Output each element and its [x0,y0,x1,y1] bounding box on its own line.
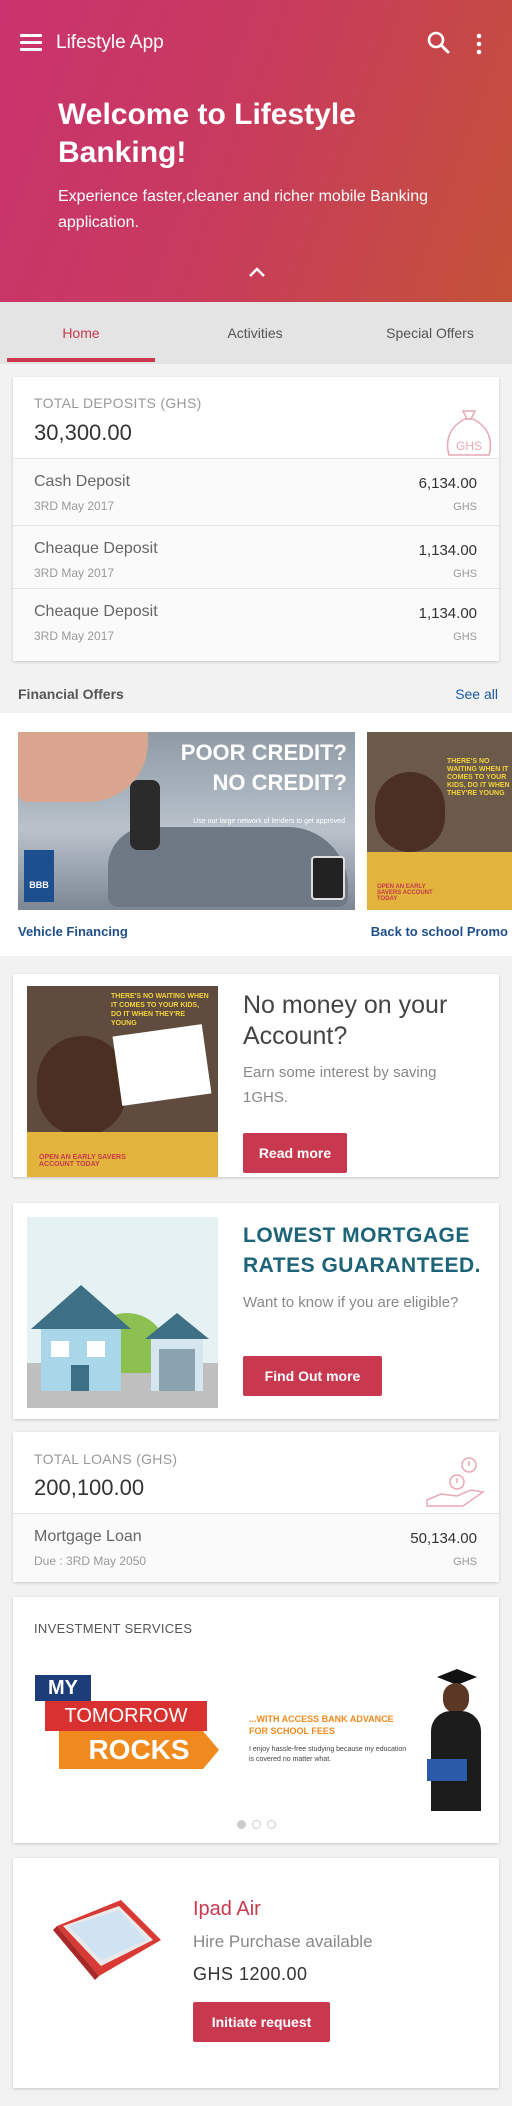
tab-indicator [7,358,155,362]
deposits-caption: TOTAL DEPOSITS (GHS) [34,395,202,411]
loan-currency: GHS [453,1556,477,1568]
financial-offers-title: Financial Offers [18,686,124,702]
banner-headline: ...WITH ACCESS BANK ADVANCE FOR SCHOOL F… [249,1714,394,1736]
deposit-row[interactable]: Cash Deposit 3RD May 2017 6,134.00 GHS [13,458,499,525]
banner-tomorrow: TOMORROW [45,1701,207,1731]
welcome-title: Welcome to Lifestyle Banking! [58,98,356,169]
ipad-image [53,1900,161,1980]
hand-shape [18,732,148,802]
more-options-icon[interactable] [472,32,486,56]
bbb-badge: BBB [24,850,54,902]
find-out-more-button[interactable]: Find Out more [243,1356,382,1396]
banner-my: MY [35,1675,91,1701]
loans-total: 200,100.00 [34,1475,145,1500]
savings-footer-text: OPEN AN EARLY SAVERS ACCOUNT TODAY [39,1154,126,1168]
loans-card: TOTAL LOANS (GHS) 200,100.00 Mortgage Lo… [13,1432,499,1582]
deposits-total: 30,300.00 [34,420,132,445]
menu-icon[interactable] [20,34,42,52]
deposit-name: Cheaque Deposit [34,603,158,620]
books-shape [427,1759,467,1781]
mortgage-promo-card: LOWEST MORTGAGE RATES GUARANTEED. Want t… [13,1203,499,1419]
loan-hand-icon [426,1457,485,1507]
hero-header: Lifestyle App Welcome to Lifestyle Banki… [0,0,512,302]
savings-banner-text: THERE'S NO WAITING WHEN IT COMES TO YOUR… [111,993,209,1027]
deposit-name: Cheaque Deposit [34,540,158,557]
mortgage-promo-title: LOWEST MORTGAGE RATES GUARANTEED. [243,1224,481,1277]
loan-amount: 50,134.00 [410,1530,477,1547]
product-title: Ipad Air [193,1898,261,1920]
savings-promo-title: No money on your Account? [243,991,448,1050]
tab-activities[interactable]: Activities [170,302,340,364]
deposit-currency: GHS [453,631,477,643]
house-illustration [27,1217,218,1408]
deposit-date: 3RD May 2017 [34,499,115,513]
read-more-button[interactable]: Read more [243,1133,347,1173]
tab-home[interactable]: Home [0,302,162,364]
child-shape [375,772,445,852]
search-icon[interactable] [426,30,452,56]
investment-title: INVESTMENT SERVICES [34,1621,193,1636]
loan-name: Mortgage Loan [34,1528,142,1545]
school-banner-text: THERE'S NO WAITING WHEN IT COMES TO YOUR… [447,758,510,797]
tab-special-offers[interactable]: Special Offers [348,302,512,364]
deposit-name: Cash Deposit [34,473,131,490]
see-all-link[interactable]: See all [455,686,498,702]
vehicle-financing-image[interactable]: POOR CREDIT? NO CREDIT? Use our large ne… [18,732,355,910]
investment-card: INVESTMENT SERVICES MY TOMORROW ROCKS ..… [13,1597,499,1843]
mortgage-promo-text: Want to know if you are eligible? [243,1294,459,1311]
carousel-dot[interactable] [236,1820,246,1829]
product-price: GHS 1200.00 [193,1964,308,1984]
savings-promo-text: Earn some interest by saving 1GHS. [243,1064,437,1106]
money-bag-icon: GHS [446,410,492,456]
deposit-amount: 1,134.00 [418,605,477,622]
carousel-dot[interactable] [251,1820,261,1829]
investment-banner[interactable]: MY TOMORROW ROCKS ...WITH ACCESS BANK AD… [33,1669,481,1811]
banner-body: I enjoy hassle-free studying because my … [249,1746,407,1763]
school-footer-text: OPEN AN EARLY SAVERS ACCOUNT TODAY [377,884,433,902]
loan-due-date: Due : 3RD May 2050 [34,1554,147,1568]
graduate-image [427,1669,483,1811]
deposit-date: 3RD May 2017 [34,566,115,580]
banner-rocks: ROCKS [59,1731,219,1769]
hire-purchase-card: Ipad Air Hire Purchase available GHS 120… [13,1858,499,2088]
house-icon [31,1285,209,1391]
tab-bar: Home Activities Special Offers [0,302,512,364]
car-key-icon [130,780,160,850]
loans-caption: TOTAL LOANS (GHS) [34,1451,178,1467]
deposit-row[interactable]: Cheaque Deposit 3RD May 2017 1,134.00 GH… [13,588,499,661]
child-shape [37,1036,127,1136]
deposit-amount: 1,134.00 [418,542,477,559]
back-to-school-link[interactable]: Back to school Promo [364,924,512,939]
carousel-dot[interactable] [266,1820,276,1829]
school-promo-image[interactable]: THERE'S NO WAITING WHEN IT COMES TO YOUR… [367,732,512,910]
chevron-up-icon[interactable] [246,264,268,280]
svg-text:GHS: GHS [456,439,482,453]
savings-promo-card: THERE'S NO WAITING WHEN IT COMES TO YOUR… [13,974,499,1177]
deposit-currency: GHS [453,501,477,513]
loan-row[interactable]: Mortgage Loan Due : 3RD May 2050 50,134.… [13,1513,499,1582]
initiate-request-button[interactable]: Initiate request [193,2002,330,2042]
app-title: Lifestyle App [56,32,164,53]
secured-seal-icon [311,856,345,900]
deposit-row[interactable]: Cheaque Deposit 3RD May 2017 1,134.00 GH… [13,525,499,588]
deposit-currency: GHS [453,568,477,580]
face-shape [443,1683,469,1713]
vehicle-financing-link[interactable]: Vehicle Financing [18,924,128,939]
welcome-subtitle: Experience faster,cleaner and richer mob… [58,188,428,231]
offer-tagline: Use our large network of lenders to get … [193,818,345,825]
savings-promo-image: THERE'S NO WAITING WHEN IT COMES TO YOUR… [27,986,218,1177]
offers-carousel: POOR CREDIT? NO CREDIT? Use our large ne… [0,713,512,956]
deposit-amount: 6,134.00 [418,475,477,492]
deposit-date: 3RD May 2017 [34,629,115,643]
carousel-indicator[interactable] [13,1816,499,1834]
product-subtitle: Hire Purchase available [193,1932,373,1951]
deposits-card: TOTAL DEPOSITS (GHS) 30,300.00 GHS Cash … [13,377,499,661]
paper-shape [112,1024,212,1106]
poor-credit-headline: POOR CREDIT? NO CREDIT? [180,740,347,795]
